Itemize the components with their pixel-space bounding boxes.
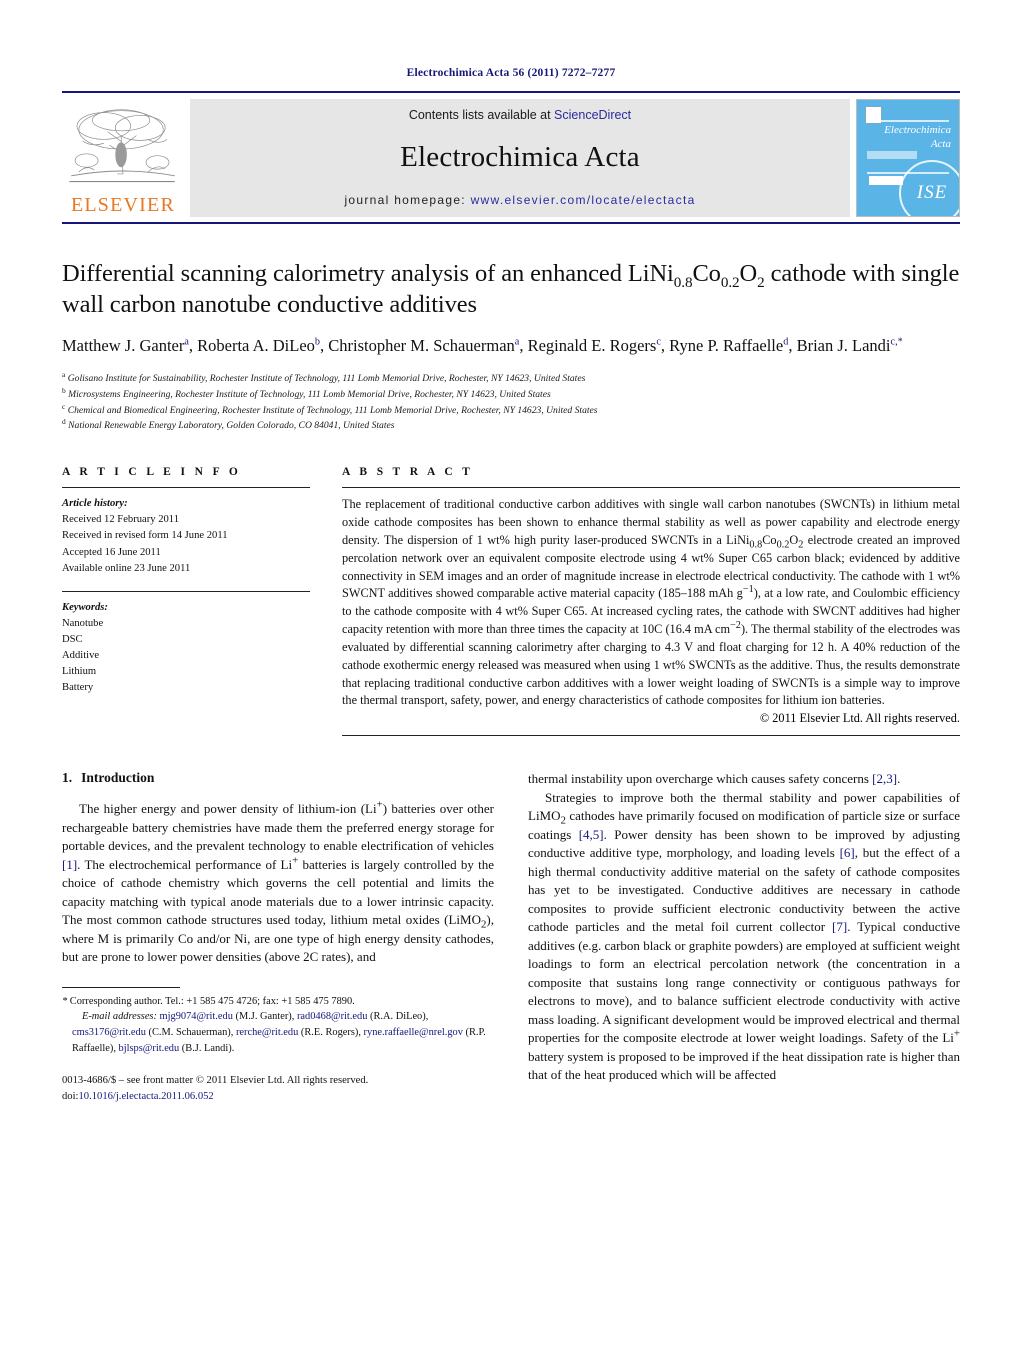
cover-title-line2: Acta bbox=[930, 137, 951, 150]
intro-paragraph-right-continued: thermal instability upon overcharge whic… bbox=[528, 771, 901, 787]
front-matter-note: 0013-4686/$ – see front matter © 2011 El… bbox=[62, 1073, 494, 1105]
sciencedirect-link[interactable]: ScienceDirect bbox=[554, 108, 631, 122]
cover-title-line1: Electrochimica bbox=[884, 124, 951, 136]
keywords-rule bbox=[62, 590, 310, 592]
paper-page: Electrochimica Acta 56 (2011) 7272–7277 bbox=[0, 0, 1021, 1351]
section-heading-introduction: 1. Introduction bbox=[62, 770, 494, 786]
elsevier-wordmark: ELSEVIER bbox=[70, 194, 176, 216]
journal-title: Electrochimica Acta bbox=[400, 141, 640, 173]
journal-homepage-line: journal homepage: www.elsevier.com/locat… bbox=[344, 193, 695, 207]
cover-journal-title: Electrochimica Acta bbox=[867, 124, 951, 152]
body-column-left: 1. Introduction The higher energy and pow… bbox=[62, 770, 494, 1105]
affiliation-item: c Chemical and Biomedical Engineering, R… bbox=[62, 401, 960, 419]
journal-banner: Contents lists available at ScienceDirec… bbox=[190, 99, 850, 217]
info-abstract-region: A R T I C L E I N F O Article history: R… bbox=[62, 466, 960, 737]
title-block: Differential scanning calorimetry analys… bbox=[62, 258, 960, 434]
affiliation-text: National Renewable Energy Laboratory, Go… bbox=[68, 420, 395, 432]
keyword-item: Nanotube bbox=[62, 617, 104, 629]
article-history-label: Article history: bbox=[62, 498, 128, 510]
affiliation-marker: b bbox=[62, 385, 66, 395]
doi-value[interactable]: 10.1016/j.electacta.2011.06.052 bbox=[78, 1091, 213, 1102]
journal-masthead: ELSEVIER Contents lists available at Sci… bbox=[62, 91, 960, 217]
article-info-rule bbox=[62, 487, 310, 489]
corresponding-author-note: * Corresponding author. Tel.: +1 585 475… bbox=[62, 995, 355, 1007]
history-item: Accepted 16 June 2011 bbox=[62, 546, 161, 558]
history-item: Received in revised form 14 June 2011 bbox=[62, 530, 228, 542]
intro-paragraph-right: Strategies to improve both the thermal s… bbox=[528, 789, 960, 1083]
masthead-bottom-rule bbox=[62, 222, 960, 224]
affiliation-item: a Golisano Institute for Sustainability,… bbox=[62, 371, 960, 387]
email-addresses-note: E-mail addresses: mjg9074@rit.edu (M.J. … bbox=[72, 1011, 486, 1054]
cover-rule-top bbox=[867, 120, 949, 122]
cover-subtitle-bar bbox=[867, 151, 917, 159]
elsevier-tree-icon bbox=[69, 109, 175, 183]
keyword-item: Lithium bbox=[62, 666, 97, 678]
abstract-body: The replacement of traditional conductiv… bbox=[342, 497, 960, 708]
keyword-item: Additive bbox=[62, 650, 100, 662]
journal-homepage-url[interactable]: www.elsevier.com/locate/electacta bbox=[471, 193, 696, 207]
footnote-area: * Corresponding author. Tel.: +1 585 475… bbox=[62, 986, 494, 1105]
affiliation-text: Microsystems Engineering, Rochester Inst… bbox=[68, 388, 551, 400]
article-history: Article history: Received 12 February 20… bbox=[62, 496, 310, 576]
article-info-heading: A R T I C L E I N F O bbox=[62, 466, 242, 479]
history-item: Available online 23 June 2011 bbox=[62, 562, 191, 574]
affiliation-item: b Microsystems Engineering, Rochester In… bbox=[62, 385, 960, 403]
abstract-copyright: © 2011 Elsevier Ltd. All rights reserved… bbox=[759, 711, 960, 726]
journal-cover-thumbnail: Electrochimica Acta ISE bbox=[856, 99, 960, 217]
body-column-right: thermal instability upon overcharge whic… bbox=[528, 770, 960, 1105]
abstract-rule bbox=[342, 487, 960, 489]
abstract-heading: A B S T R A C T bbox=[342, 466, 474, 479]
contents-lists-prefix: Contents lists available at bbox=[408, 108, 555, 122]
contents-lists-line: Contents lists available at ScienceDirec… bbox=[409, 108, 631, 122]
affiliation-list: a Golisano Institute for Sustainability,… bbox=[62, 371, 960, 434]
affiliation-text: Chemical and Biomedical Engineering, Roc… bbox=[67, 404, 598, 416]
affiliation-text: Golisano Institute for Sustainability, R… bbox=[67, 372, 586, 384]
doi-line: doi:10.1016/j.electacta.2011.06.052 bbox=[62, 1089, 494, 1105]
author-list: Matthew J. Gantera, Roberta A. DiLeob, C… bbox=[62, 336, 903, 356]
keyword-list: Keywords: Nanotube DSC Additive Lithium … bbox=[62, 600, 310, 697]
keyword-item: DSC bbox=[62, 633, 83, 645]
keyword-item: Battery bbox=[62, 682, 94, 694]
affiliation-marker: a bbox=[62, 369, 66, 379]
page-title: Differential scanning calorimetry analys… bbox=[62, 260, 960, 319]
affiliation-marker: d bbox=[62, 417, 66, 427]
affiliation-marker: c bbox=[62, 401, 66, 411]
doi-label: doi: bbox=[62, 1091, 79, 1103]
footnote-rule bbox=[62, 986, 180, 988]
history-item: Received 12 February 2011 bbox=[62, 514, 179, 526]
running-head: Electrochimica Acta 56 (2011) 7272–7277 bbox=[406, 67, 616, 79]
elsevier-logo: ELSEVIER bbox=[62, 99, 184, 217]
section-number: 1. bbox=[62, 770, 73, 786]
ise-society-seal-icon: ISE bbox=[899, 160, 959, 216]
keywords-label: Keywords: bbox=[62, 601, 108, 613]
journal-homepage-label: journal homepage: bbox=[344, 193, 471, 207]
front-matter-text: 0013-4686/$ – see front matter © 2011 El… bbox=[62, 1075, 369, 1087]
abstract-column: A B S T R A C T The replacement of tradi… bbox=[342, 466, 960, 737]
intro-paragraph-left: The higher energy and power density of l… bbox=[62, 798, 494, 965]
abstract-bottom-rule bbox=[342, 735, 960, 737]
article-info-column: A R T I C L E I N F O Article history: R… bbox=[62, 466, 310, 736]
body-columns: 1. Introduction The higher energy and pow… bbox=[62, 770, 960, 1105]
affiliation-item: d National Renewable Energy Laboratory, … bbox=[62, 418, 960, 434]
section-title: Introduction bbox=[81, 770, 155, 786]
cover-imprint-box bbox=[869, 176, 903, 185]
